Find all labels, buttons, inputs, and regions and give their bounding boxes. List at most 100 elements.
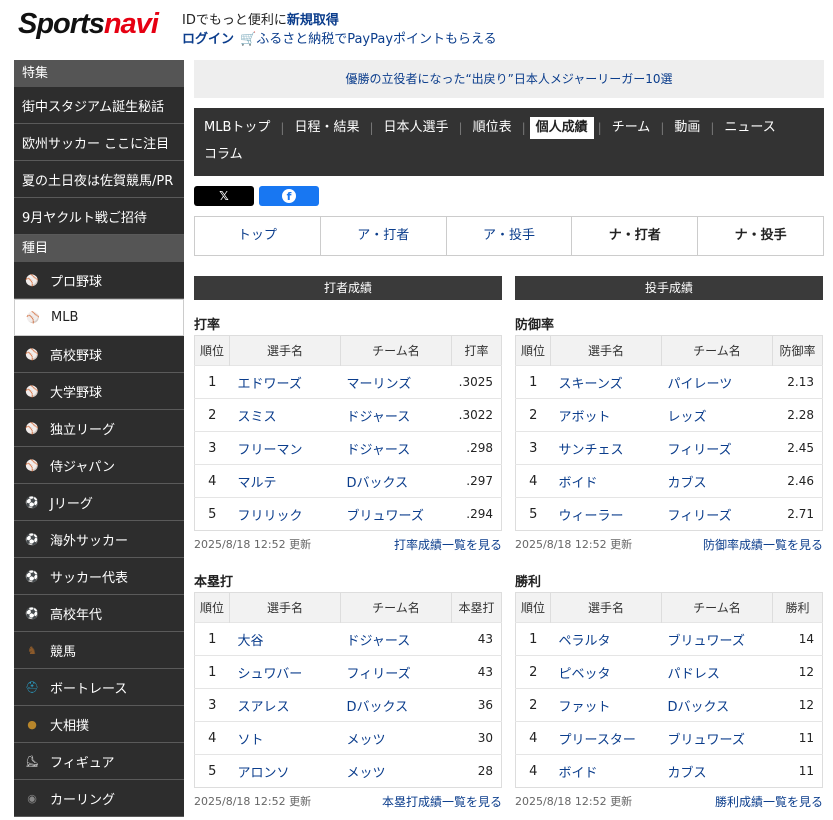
team-link[interactable]: ドジャース bbox=[340, 398, 452, 432]
sidebar-item-sport[interactable]: ◉ カーリング bbox=[14, 780, 184, 817]
table-row: 5 アロンソ メッツ 28 bbox=[194, 754, 502, 788]
player-link[interactable]: アロンソ bbox=[229, 754, 341, 788]
nav-separator: | bbox=[597, 120, 602, 135]
column-header: 勝利 bbox=[772, 592, 823, 623]
player-link[interactable]: アボット bbox=[550, 398, 662, 432]
furusato-link[interactable]: ふるさと納税でPayPayポイントもらえる bbox=[256, 32, 496, 47]
nav-tab[interactable]: 日本人選手 bbox=[378, 117, 455, 139]
sport-label: 侍ジャパン bbox=[50, 459, 116, 475]
nav-tab[interactable]: 個人成績 bbox=[529, 116, 594, 139]
player-link[interactable]: スキーンズ bbox=[550, 365, 662, 399]
team-link[interactable]: フィリーズ bbox=[661, 497, 773, 531]
stat-title: 勝利 bbox=[515, 575, 542, 590]
share-facebook-button[interactable]: f bbox=[259, 186, 319, 206]
pitching-heading: 投手成績 bbox=[515, 276, 823, 300]
team-link[interactable]: パドレス bbox=[661, 655, 773, 689]
sidebar-item-sport[interactable]: ⚾ MLB bbox=[14, 299, 184, 336]
nav-tab[interactable]: MLBトップ bbox=[198, 117, 276, 139]
sidebar-item-sport[interactable]: ⚾ 高校野球 bbox=[14, 336, 184, 373]
player-link[interactable]: ペラルタ bbox=[550, 622, 662, 656]
feature-item[interactable]: 街中スタジアム誕生秘話 bbox=[14, 87, 184, 124]
sidebar-item-sport[interactable]: ⛑ ボートレース bbox=[14, 669, 184, 706]
subnav-tab[interactable]: ナ・打者 bbox=[572, 217, 699, 255]
sidebar-item-sport[interactable]: ⛸ フィギュア bbox=[14, 743, 184, 780]
player-link[interactable]: ソト bbox=[229, 721, 341, 755]
player-link[interactable]: サンチェス bbox=[550, 431, 662, 465]
player-link[interactable]: シュワバー bbox=[229, 655, 341, 689]
feature-item[interactable]: 9月ヤクルト戦ご招待 bbox=[14, 198, 184, 235]
sidebar-item-sport[interactable]: ⚾ プロ野球 bbox=[14, 262, 184, 299]
team-link[interactable]: Dバックス bbox=[661, 688, 773, 722]
team-link[interactable]: フィリーズ bbox=[340, 655, 452, 689]
sidebar-item-sport[interactable]: ⚽ サッカー代表 bbox=[14, 558, 184, 595]
team-link[interactable]: カブス bbox=[661, 464, 773, 498]
team-link[interactable]: パイレーツ bbox=[661, 365, 773, 399]
sidebar-item-sport[interactable]: ⚾ 大学野球 bbox=[14, 373, 184, 410]
player-link[interactable]: ボイド bbox=[550, 464, 662, 498]
team-link[interactable]: フィリーズ bbox=[661, 431, 773, 465]
feature-label: 夏の土日夜は佐賀競馬/PR bbox=[22, 173, 174, 189]
nav-tab[interactable]: ニュース bbox=[718, 117, 781, 139]
team-link[interactable]: ドジャース bbox=[340, 431, 452, 465]
stat-title: 打率 bbox=[194, 318, 221, 333]
batting-column: 打者成績 打率 順位 選手名 チーム名 打率 1 エドワーズ マーリンズ .3025 2 スミス ドジ… bbox=[194, 276, 502, 814]
player-link[interactable]: ファット bbox=[550, 688, 662, 722]
sidebar-item-sport[interactable]: ● 大相撲 bbox=[14, 706, 184, 743]
nav-tab[interactable]: 動画 bbox=[668, 117, 706, 139]
subnav-tab[interactable]: ア・打者 bbox=[321, 217, 447, 255]
nav-tab[interactable]: 順位表 bbox=[467, 117, 518, 139]
nav-tab[interactable]: コラム bbox=[198, 144, 249, 166]
sidebar-item-sport[interactable]: ⚽ 海外サッカー bbox=[14, 521, 184, 558]
banner-text[interactable]: 優勝の立役者になった“出戻り”日本人メジャーリーガー10選 bbox=[345, 72, 672, 86]
share-buttons: 𝕏 f bbox=[194, 186, 824, 206]
player-link[interactable]: エドワーズ bbox=[229, 365, 341, 399]
sidebar-item-sport[interactable]: ⚽ 高校年代 bbox=[14, 595, 184, 632]
team-link[interactable]: ドジャース bbox=[340, 622, 452, 656]
player-link[interactable]: ウィーラー bbox=[550, 497, 662, 531]
top-banner[interactable]: 優勝の立役者になった“出戻り”日本人メジャーリーガー10選 bbox=[194, 60, 824, 98]
sport-label: 大学野球 bbox=[50, 385, 103, 401]
subnav-tab[interactable]: トップ bbox=[195, 217, 321, 255]
subnav-tab[interactable]: ア・投手 bbox=[447, 217, 573, 255]
login-link[interactable]: ログイン bbox=[182, 32, 234, 47]
see-more-link[interactable]: 防御率成績一覧を見る bbox=[703, 536, 823, 553]
soccer-ball-icon: ⚽ bbox=[25, 569, 39, 583]
team-link[interactable]: ブリュワーズ bbox=[340, 497, 452, 531]
see-more-link[interactable]: 勝利成績一覧を見る bbox=[715, 793, 823, 810]
team-link[interactable]: ブリュワーズ bbox=[661, 721, 773, 755]
team-link[interactable]: メッツ bbox=[340, 721, 452, 755]
subnav-tab[interactable]: ナ・投手 bbox=[698, 217, 823, 255]
nav-tab[interactable]: 日程・結果 bbox=[288, 117, 365, 139]
team-link[interactable]: Dバックス bbox=[340, 688, 452, 722]
team-link[interactable]: カブス bbox=[661, 754, 773, 788]
share-x-button[interactable]: 𝕏 bbox=[194, 186, 254, 206]
feature-item[interactable]: 夏の土日夜は佐賀競馬/PR bbox=[14, 161, 184, 198]
feature-item[interactable]: 欧州サッカー ここに注目 bbox=[14, 124, 184, 161]
player-link[interactable]: スアレス bbox=[229, 688, 341, 722]
stat-value: .3025 bbox=[451, 365, 502, 399]
player-link[interactable]: ボイド bbox=[550, 754, 662, 788]
player-link[interactable]: マルテ bbox=[229, 464, 341, 498]
sidebar-item-sport[interactable]: ⚾ 侍ジャパン bbox=[14, 447, 184, 484]
column-header: チーム名 bbox=[340, 592, 452, 623]
stats-table: 順位 選手名 チーム名 打率 1 エドワーズ マーリンズ .3025 2 スミス ドジャース .302… bbox=[194, 335, 502, 531]
player-link[interactable]: ピベッタ bbox=[550, 655, 662, 689]
player-link[interactable]: プリースター bbox=[550, 721, 662, 755]
register-link[interactable]: 新規取得 bbox=[287, 13, 339, 28]
see-more-link[interactable]: 本塁打成績一覧を見る bbox=[382, 793, 502, 810]
team-link[interactable]: Dバックス bbox=[340, 464, 452, 498]
sidebar-item-sport[interactable]: ♞ 競馬 bbox=[14, 632, 184, 669]
team-link[interactable]: マーリンズ bbox=[340, 365, 452, 399]
team-link[interactable]: ブリュワーズ bbox=[661, 622, 773, 656]
player-link[interactable]: フリーマン bbox=[229, 431, 341, 465]
team-link[interactable]: レッズ bbox=[661, 398, 773, 432]
sidebar-item-sport[interactable]: ⚾ 独立リーグ bbox=[14, 410, 184, 447]
nav-tab[interactable]: チーム bbox=[606, 117, 657, 139]
sportsnavi-logo[interactable]: Sportsnavi bbox=[18, 8, 159, 41]
player-link[interactable]: スミス bbox=[229, 398, 341, 432]
sidebar-item-sport[interactable]: ⚽ Jリーグ bbox=[14, 484, 184, 521]
team-link[interactable]: メッツ bbox=[340, 754, 452, 788]
see-more-link[interactable]: 打率成績一覧を見る bbox=[394, 536, 502, 553]
player-link[interactable]: フリリック bbox=[229, 497, 341, 531]
player-link[interactable]: 大谷 bbox=[229, 622, 341, 656]
